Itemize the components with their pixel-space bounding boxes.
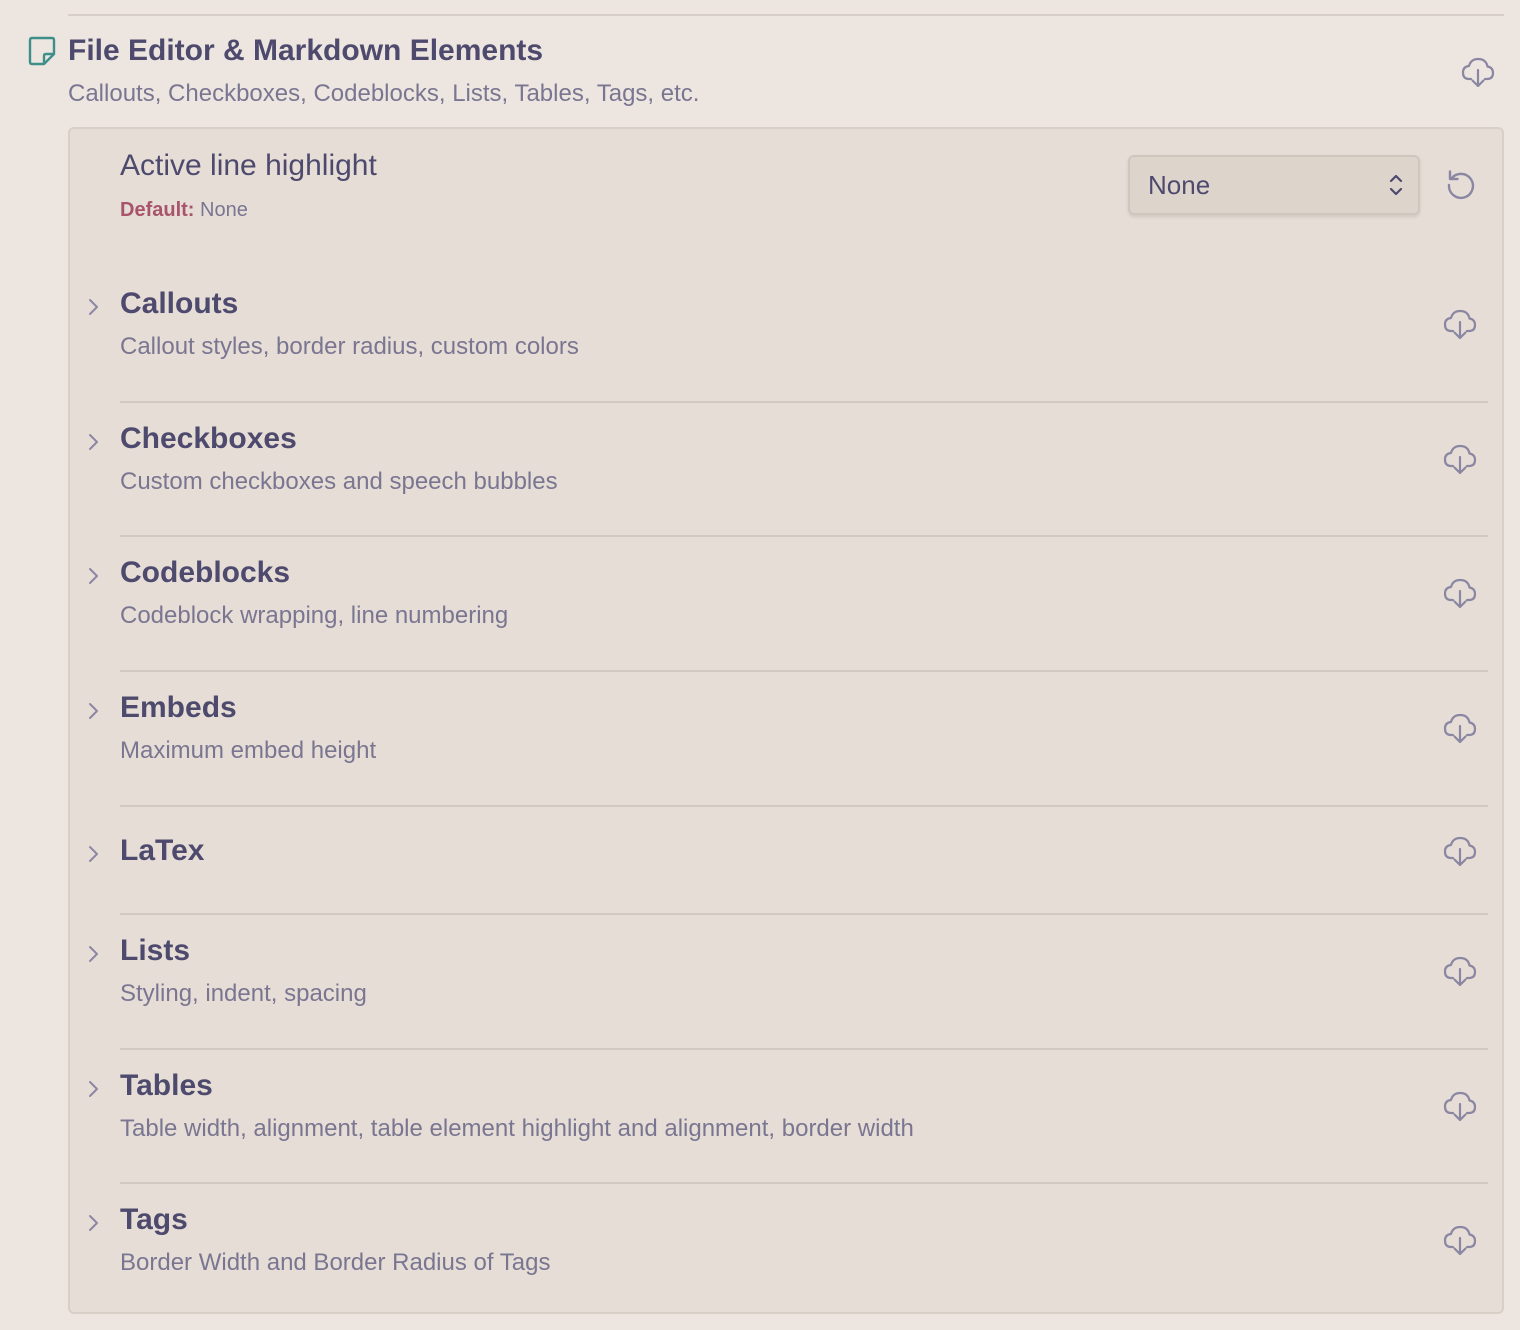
chevron-right-icon	[89, 846, 98, 862]
item-description: Styling, indent, spacing	[120, 980, 367, 1007]
settings-panel: Active line highlight Default: None None…	[68, 127, 1504, 1314]
divider	[120, 535, 1488, 537]
sticky-note-icon	[28, 36, 56, 66]
section-title: File Editor & Markdown Elements	[68, 34, 544, 67]
item-title: Tables	[120, 1069, 213, 1102]
cloud-download-icon[interactable]	[1442, 834, 1478, 868]
divider	[120, 670, 1488, 672]
default-label: Default:	[120, 199, 195, 221]
select-value: None	[1148, 170, 1211, 200]
item-title: Tags	[120, 1203, 188, 1236]
chevron-right-icon	[89, 1215, 98, 1231]
item-description: Custom checkboxes and speech bubbles	[120, 468, 558, 495]
divider	[120, 913, 1488, 915]
cloud-download-icon[interactable]	[1442, 576, 1478, 610]
item-description: Table width, alignment, table element hi…	[120, 1115, 914, 1142]
item-description: Border Width and Border Radius of Tags	[120, 1249, 551, 1276]
divider	[120, 805, 1488, 807]
default-value: None	[200, 199, 248, 221]
cloud-download-icon[interactable]	[1442, 711, 1478, 745]
item-title: Lists	[120, 934, 191, 967]
cloud-download-icon[interactable]	[1460, 55, 1496, 89]
item-title: Embeds	[120, 691, 237, 724]
cloud-download-icon[interactable]	[1442, 1089, 1478, 1123]
divider	[120, 1048, 1488, 1050]
chevron-right-icon	[89, 299, 98, 315]
chevron-right-icon	[89, 568, 98, 584]
chevron-right-icon	[89, 434, 98, 450]
active-line-highlight-select[interactable]: None	[1128, 155, 1420, 215]
item-description: Codeblock wrapping, line numbering	[120, 602, 509, 629]
reset-icon[interactable]	[1444, 167, 1478, 201]
item-title: LaTex	[120, 834, 205, 867]
cloud-download-icon[interactable]	[1442, 442, 1478, 476]
active-line-highlight-label: Active line highlight	[120, 149, 377, 182]
top-divider	[68, 14, 1504, 16]
section-description: Callouts, Checkboxes, Codeblocks, Lists,…	[68, 80, 700, 107]
item-description: Maximum embed height	[120, 737, 377, 764]
item-title: Codeblocks	[120, 556, 291, 589]
cloud-download-icon[interactable]	[1442, 954, 1478, 988]
cloud-download-icon[interactable]	[1442, 1223, 1478, 1257]
chevron-up-down-icon	[1389, 174, 1403, 196]
chevron-right-icon	[89, 946, 98, 962]
item-title: Callouts	[120, 287, 239, 320]
chevron-right-icon	[89, 1081, 98, 1097]
item-description: Callout styles, border radius, custom co…	[120, 333, 579, 360]
item-title: Checkboxes	[120, 422, 297, 455]
chevron-right-icon	[89, 703, 98, 719]
divider	[120, 401, 1488, 403]
default-hint: Default: None	[120, 199, 248, 222]
divider	[120, 1182, 1488, 1184]
cloud-download-icon[interactable]	[1442, 307, 1478, 341]
